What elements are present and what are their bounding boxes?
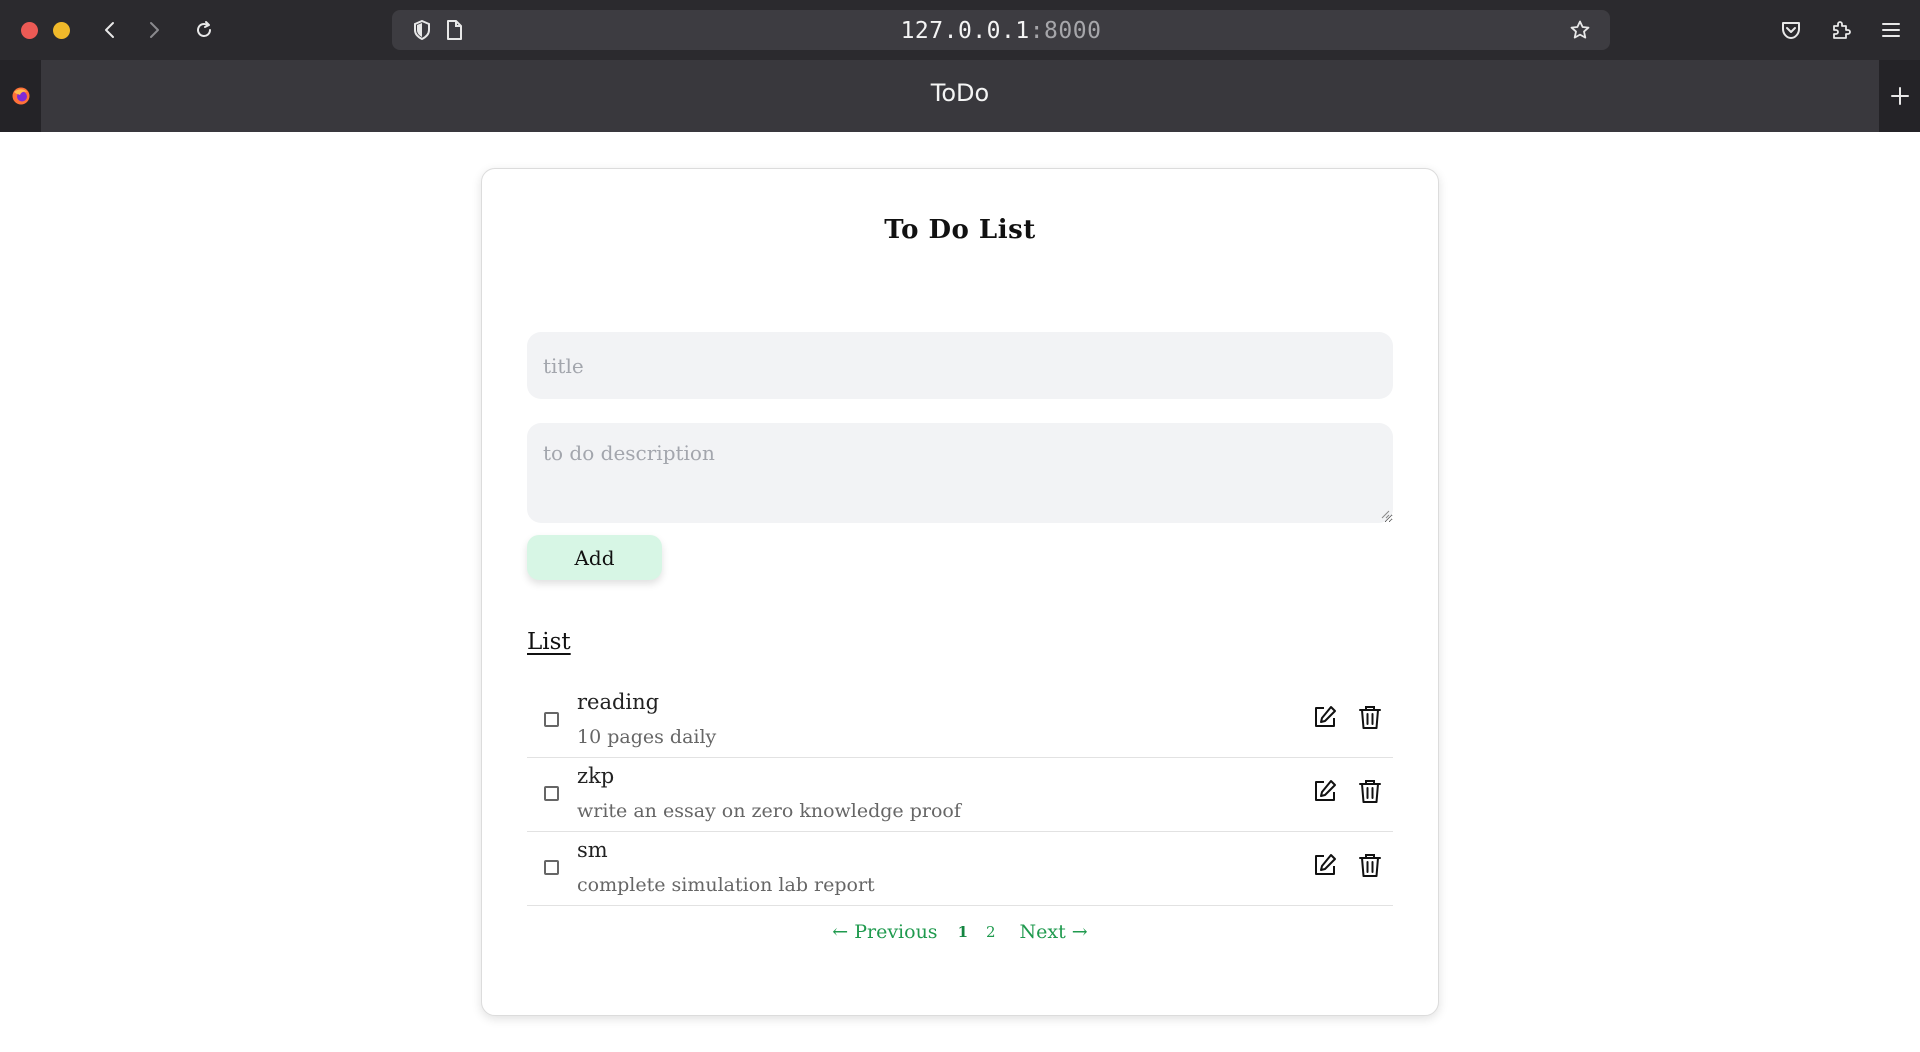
back-arrow-icon: [105, 22, 114, 38]
list-item: sm complete simulation lab report: [527, 832, 1393, 906]
description-textarea[interactable]: [527, 423, 1393, 523]
list-heading: List: [527, 629, 571, 655]
bookmark-star-icon[interactable]: [1570, 20, 1590, 40]
reload-icon: [197, 21, 211, 37]
item-description: complete simulation lab report: [577, 874, 875, 896]
page-link-2[interactable]: 2: [986, 923, 996, 941]
item-title: zkp: [577, 764, 615, 788]
trash-icon[interactable]: [1355, 702, 1385, 732]
minimize-window-button[interactable]: [53, 21, 70, 39]
previous-page-link[interactable]: ← Previous: [832, 921, 937, 943]
pagination: ← Previous 1 2 Next →: [482, 921, 1438, 943]
new-tab-button[interactable]: [1879, 60, 1920, 132]
forward-button[interactable]: [138, 14, 170, 46]
add-button[interactable]: Add: [527, 535, 662, 580]
done-checkbox[interactable]: [544, 712, 559, 727]
edit-icon[interactable]: [1310, 702, 1340, 732]
pocket-icon[interactable]: [1779, 18, 1803, 42]
trash-icon[interactable]: [1355, 850, 1385, 880]
forward-arrow-icon: [150, 22, 159, 38]
page-link-1[interactable]: 1: [958, 923, 968, 941]
trash-icon[interactable]: [1355, 776, 1385, 806]
extensions-icon[interactable]: [1829, 18, 1853, 42]
item-description: 10 pages daily: [577, 726, 717, 748]
menu-icon[interactable]: [1879, 18, 1903, 42]
url-text: 127.0.0.1:8000: [900, 18, 1102, 44]
address-bar[interactable]: 127.0.0.1:8000: [392, 10, 1610, 50]
resize-grip-icon[interactable]: [1380, 509, 1390, 519]
plus-icon: [1890, 87, 1909, 105]
next-page-link[interactable]: Next →: [1020, 921, 1088, 943]
item-description: write an essay on zero knowledge proof: [577, 800, 961, 822]
list-item: zkp write an essay on zero knowledge pro…: [527, 758, 1393, 832]
reload-button[interactable]: [188, 14, 220, 46]
window-controls: [21, 21, 70, 39]
page-title: To Do List: [884, 215, 1036, 245]
title-input[interactable]: [527, 332, 1393, 399]
close-window-button[interactable]: [21, 21, 38, 39]
item-title: sm: [577, 838, 608, 862]
edit-icon[interactable]: [1310, 850, 1340, 880]
tab-title[interactable]: ToDo: [0, 79, 1920, 107]
todo-card: To Do List Add List reading 10 pages dai…: [481, 168, 1439, 1016]
edit-icon[interactable]: [1310, 776, 1340, 806]
done-checkbox[interactable]: [544, 786, 559, 801]
list-item: reading 10 pages daily: [527, 684, 1393, 758]
done-checkbox[interactable]: [544, 860, 559, 875]
tab-bar: ToDo: [0, 60, 1920, 132]
browser-toolbar: 127.0.0.1:8000: [0, 0, 1920, 60]
back-button[interactable]: [94, 14, 126, 46]
todo-list: reading 10 pages daily zkp write an essa…: [527, 684, 1393, 906]
item-title: reading: [577, 690, 660, 714]
